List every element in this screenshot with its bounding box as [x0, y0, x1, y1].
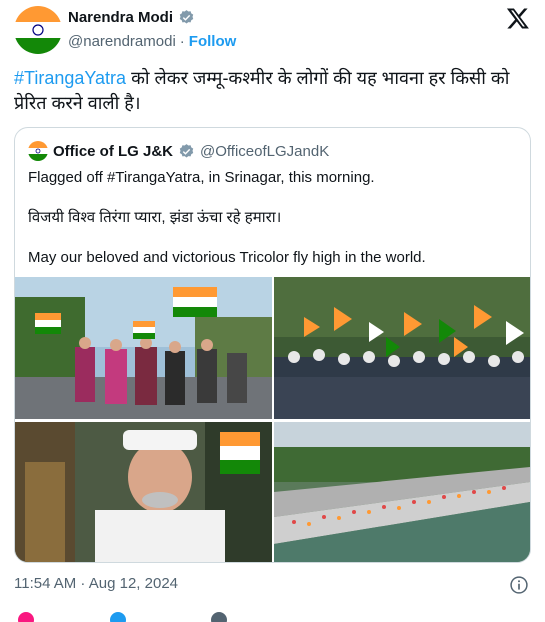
photo-women-march[interactable]: [15, 277, 272, 419]
quoted-line-english-flagged: Flagged off #TirangaYatra, in Srinagar, …: [28, 169, 375, 186]
quoted-author-name: Office of LG J&K: [53, 142, 174, 160]
quoted-line-english-tricolor: May our beloved and victorious Tricolor …: [28, 249, 426, 266]
hashtag-link[interactable]: #TirangaYatra: [14, 68, 126, 88]
author-avatar[interactable]: [14, 6, 62, 54]
verified-badge-icon: [178, 9, 195, 26]
quoted-verified-badge-icon: [178, 143, 195, 160]
photo-crowd-flags[interactable]: [274, 277, 530, 419]
follow-button[interactable]: Follow: [189, 33, 237, 50]
quoted-avatar: [28, 141, 48, 161]
quoted-text: Flagged off #TirangaYatra, in Srinagar, …: [28, 168, 518, 268]
reply-button[interactable]: [110, 612, 126, 622]
info-icon[interactable]: [509, 575, 529, 595]
separator-dot: ·: [179, 33, 185, 50]
link-icon: [211, 612, 227, 622]
photo-lg-portrait[interactable]: [15, 422, 272, 562]
tweet-timestamp[interactable]: 11:54 AM · Aug 12, 2024: [14, 575, 178, 592]
tweet-header: Narendra Modi @narendramodi · Follow: [14, 6, 534, 56]
tweet-text: #TirangaYatra को लेकर जम्मू-कश्मीर के लो…: [14, 66, 534, 116]
like-button[interactable]: [18, 612, 34, 622]
copy-link-button[interactable]: [211, 612, 227, 622]
x-logo-icon[interactable]: [506, 6, 530, 30]
quoted-line-hindi: विजयी विश्व तिरंगा प्यारा, झंडा ऊंचा रहे…: [28, 209, 282, 226]
quoted-tweet[interactable]: Office of LG J&K @OfficeofLGJandK Flagge…: [14, 127, 531, 563]
heart-icon: [18, 612, 34, 622]
author-handle[interactable]: @narendramodi: [68, 33, 176, 50]
photo-grid: [15, 277, 530, 562]
reply-icon: [110, 612, 126, 622]
quoted-author-handle: @OfficeofLGJandK: [200, 142, 330, 160]
action-bar: [14, 612, 534, 622]
photo-lakeside-aerial[interactable]: [274, 422, 530, 562]
author-name[interactable]: Narendra Modi: [68, 9, 173, 26]
